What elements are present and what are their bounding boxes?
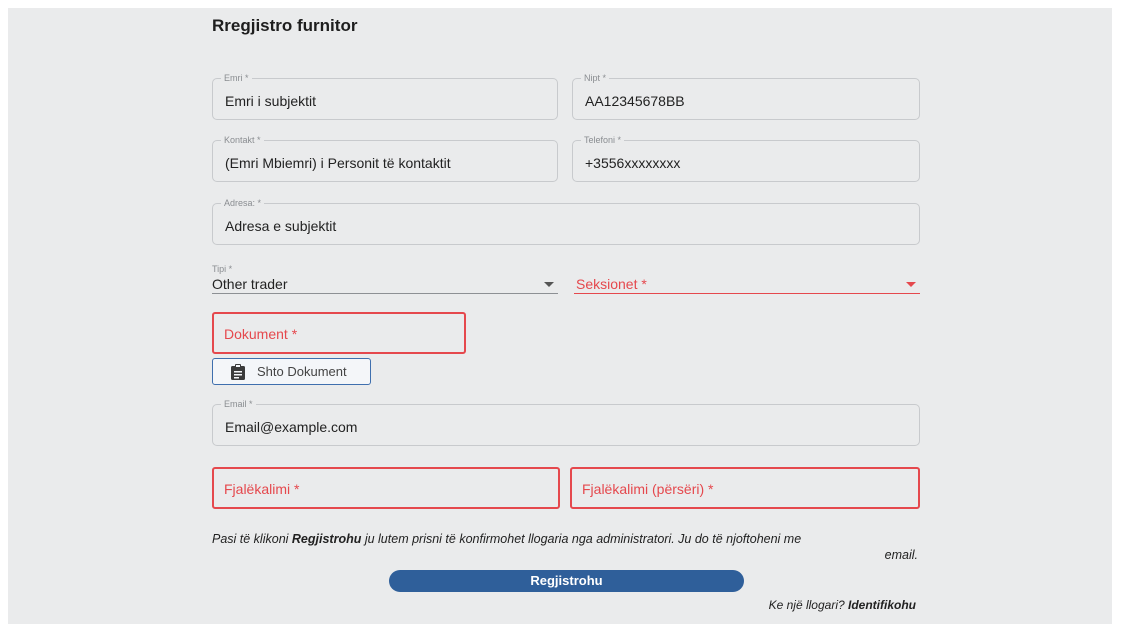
name-label: Emri * xyxy=(221,73,252,84)
email-value: Email@example.com xyxy=(225,419,358,435)
password-placeholder: Fjalëkalimi * xyxy=(224,481,300,497)
email-label: Email * xyxy=(221,399,256,410)
phone-field[interactable]: Telefoni * +3556xxxxxxxx xyxy=(572,135,920,182)
document-field[interactable]: Dokument * xyxy=(212,312,466,354)
caret-down-icon xyxy=(906,282,916,287)
document-placeholder: Dokument * xyxy=(224,326,298,342)
nipt-field[interactable]: Nipt * AA12345678BB xyxy=(572,73,920,120)
phone-label: Telefoni * xyxy=(581,135,625,146)
note-pre: Pasi të klikoni xyxy=(212,532,292,546)
type-select[interactable]: Tipi * Other trader xyxy=(212,262,558,294)
add-document-button[interactable]: Shto Dokument xyxy=(212,358,371,385)
contact-field[interactable]: Kontakt * (Emri Mbiemri) i Personit të k… xyxy=(212,135,558,182)
caret-down-icon xyxy=(544,282,554,287)
register-button[interactable]: Regjistrohu xyxy=(389,570,744,592)
address-field[interactable]: Adresa: * Adresa e subjektit xyxy=(212,198,920,245)
password-repeat-placeholder: Fjalëkalimi (përsëri) * xyxy=(582,481,714,497)
contact-value: (Emri Mbiemri) i Personit të kontaktit xyxy=(225,155,451,171)
confirmation-note: Pasi të klikoni Regjistrohu ju lutem pri… xyxy=(212,531,918,563)
sections-select[interactable]: Seksionet * xyxy=(574,262,920,294)
nipt-value: AA12345678BB xyxy=(585,93,685,109)
name-field[interactable]: Emri * Emri i subjektit xyxy=(212,73,558,120)
type-value: Other trader xyxy=(212,276,288,292)
type-label: Tipi * xyxy=(212,264,233,274)
note-post: ju lutem prisni të konfirmohet llogaria … xyxy=(361,532,802,546)
name-value: Emri i subjektit xyxy=(225,93,317,109)
add-document-label: Shto Dokument xyxy=(257,364,347,379)
address-value: Adresa e subjektit xyxy=(225,218,337,234)
sections-placeholder: Seksionet * xyxy=(576,276,647,292)
password-field[interactable]: Fjalëkalimi * xyxy=(212,467,560,509)
email-field[interactable]: Email * Email@example.com xyxy=(212,399,920,446)
clipboard-icon xyxy=(231,363,245,380)
login-prompt-text: Ke një llogari? xyxy=(768,598,848,612)
phone-value: +3556xxxxxxxx xyxy=(585,155,681,171)
login-prompt: Ke një llogari? Identifikohu xyxy=(769,598,916,612)
note-line2: email. xyxy=(884,548,918,562)
contact-label: Kontakt * xyxy=(221,135,264,146)
login-link[interactable]: Identifikohu xyxy=(848,598,916,612)
password-repeat-field[interactable]: Fjalëkalimi (përsëri) * xyxy=(570,467,920,509)
nipt-label: Nipt * xyxy=(581,73,610,84)
page-title: Rregjistro furnitor xyxy=(212,16,358,35)
note-bold: Regjistrohu xyxy=(291,532,362,546)
address-label: Adresa: * xyxy=(221,198,265,209)
